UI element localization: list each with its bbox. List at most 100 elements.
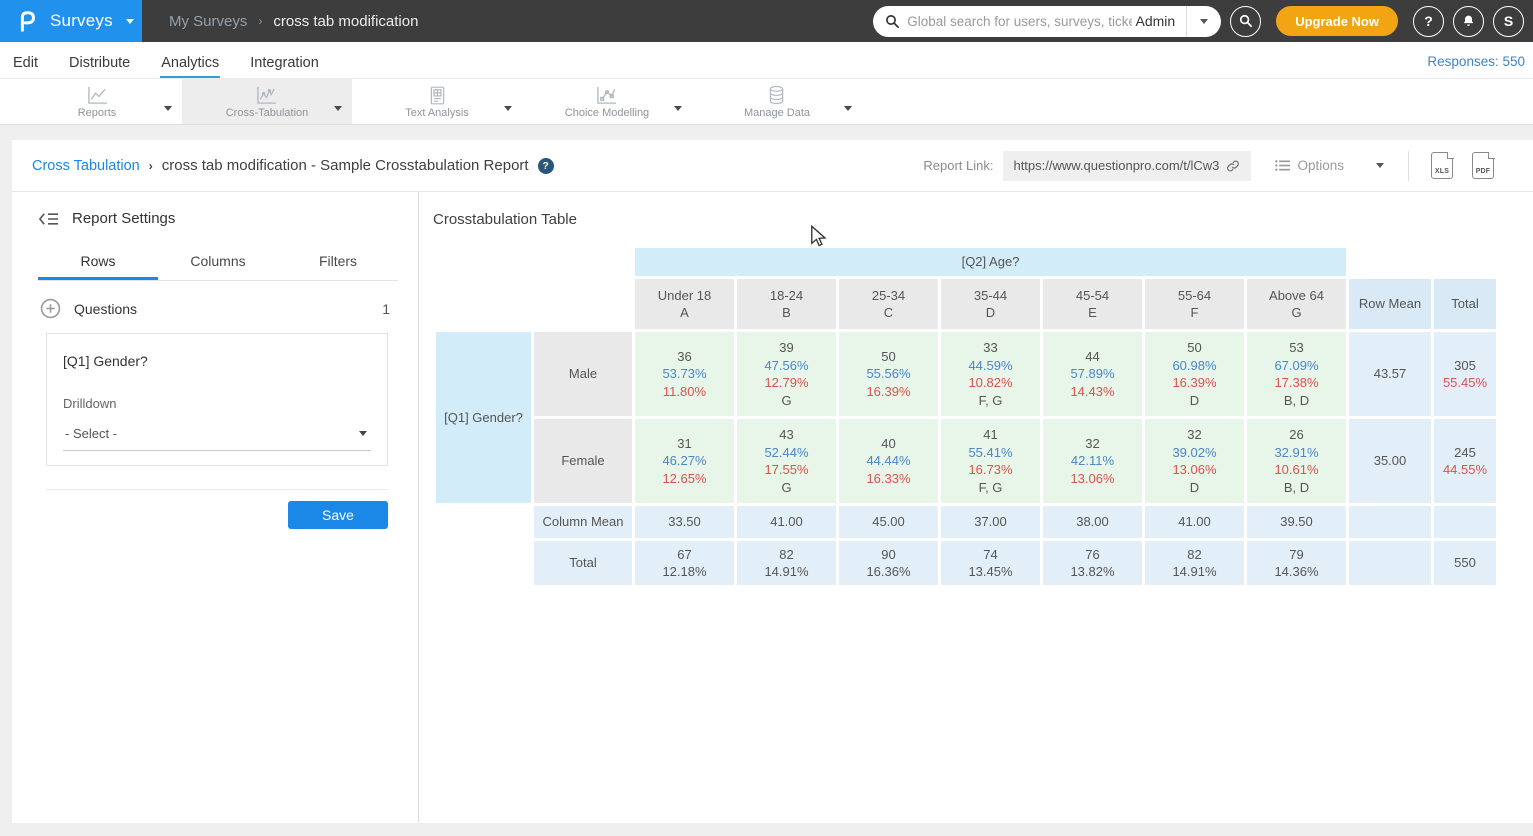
report-link-input[interactable]: https://www.questionpro.com/t/lCw3Zc [1003,151,1251,181]
drilldown-label: Drilldown [63,396,371,411]
questions-row: Questions 1 [38,298,398,319]
product-menu[interactable]: Surveys [0,0,142,42]
export-xls-button[interactable]: XLS [1431,152,1453,179]
toolbar-item-label: Manage Data [744,107,810,119]
data-cell: 4155.41%16.73%F, G [941,419,1040,503]
cross-tabulation-link[interactable]: Cross Tabulation [32,158,140,174]
column-mean-cell: 39.50 [1247,506,1346,538]
column-header-row: Under 18A18-24B25-34C35-44D45-54E55-64FA… [436,279,1496,329]
cell-count: 90 [839,546,938,564]
line-chart-icon [86,85,109,106]
nav-item-integration[interactable]: Integration [249,47,320,78]
avatar[interactable]: S [1493,6,1524,37]
cell-count: 39 [737,339,836,357]
toolbar-item-choice-modelling[interactable]: Choice Modelling [522,79,692,124]
report-help-icon[interactable]: ? [538,158,554,174]
cell-col-pct: 12.79% [737,374,836,392]
cell-col-pct: 16.33% [839,470,938,488]
save-row: Save [38,501,388,529]
chevron-down-icon[interactable] [164,98,172,116]
tab-filters[interactable]: Filters [278,243,398,280]
toolbar-item-cross-tabulation[interactable]: Cross-Tabulation [182,79,352,124]
search-submit-button[interactable] [1230,6,1261,37]
list-icon [1275,159,1290,172]
row-total-cell: 24544.55% [1434,419,1496,503]
band-row: [Q2] Age? [436,248,1496,276]
cell-row-pct: 67.09% [1247,357,1346,375]
options-dropdown[interactable]: Options [1275,158,1384,173]
empty-cell [1349,506,1431,538]
nav-item-analytics[interactable]: Analytics [160,47,220,78]
tab-columns[interactable]: Columns [158,243,278,280]
column-total-cell: 6712.18% [635,541,734,585]
cell-count: 50 [1145,339,1244,357]
add-question-button[interactable] [40,298,61,319]
data-cell: 5367.09%17.38%B, D [1247,332,1346,416]
save-button[interactable]: Save [288,501,388,529]
cell-col-pct: 10.82% [941,374,1040,392]
cell-count: 67 [635,546,734,564]
toolbar-item-reports[interactable]: Reports [12,79,182,124]
page: { "topbar": { "product_menu": "Surveys",… [0,0,1533,836]
blank-cell [1349,248,1431,276]
node-chart-icon [595,85,618,106]
drilldown-select[interactable]: - Select - [63,426,371,451]
nav-item-distribute[interactable]: Distribute [68,47,131,78]
search-input[interactable] [907,14,1131,29]
cell-count: 305 [1434,357,1496,375]
chevron-down-icon[interactable] [334,98,342,116]
upgrade-now-button[interactable]: Upgrade Now [1276,6,1398,36]
breadcrumb-separator: › [149,159,153,173]
nav-item-edit[interactable]: Edit [12,47,39,78]
cell-pct: 13.82% [1043,563,1142,581]
help-button[interactable]: ? [1413,6,1444,37]
toolbar-item-label: Cross-Tabulation [226,107,309,119]
report-settings-panel: Report Settings Rows Columns Filters Que… [12,192,419,822]
row-total-cell: 30555.45% [1434,332,1496,416]
data-cell: 2632.91%10.61%B, D [1247,419,1346,503]
cell-row-pct: 55.56% [839,365,938,383]
breadcrumb-current: cross tab modification [273,13,418,30]
tab-rows[interactable]: Rows [38,243,158,280]
cell-count: 50 [839,348,938,366]
cell-row-pct: 44.59% [941,357,1040,375]
cell-significance: G [737,479,836,497]
grand-total-cell: 550 [1434,541,1496,585]
report-link-url: https://www.questionpro.com/t/lCw3Zc [1013,158,1219,173]
toolbar-item-text-analysis[interactable]: Text Analysis [352,79,522,124]
chevron-down-icon[interactable] [674,98,682,116]
link-icon[interactable] [1225,158,1241,174]
column-total-cell: 7914.36% [1247,541,1346,585]
questions-label: Questions [74,301,137,317]
report-link-label: Report Link: [923,158,993,173]
age-letter: G [1247,304,1346,322]
data-cell: 4352.44%17.55%G [737,419,836,503]
cell-significance: B, D [1247,392,1346,410]
cell-row-pct: 47.56% [737,357,836,375]
column-mean-row: Column Mean33.5041.0045.0037.0038.0041.0… [436,506,1496,538]
line-chart-icon [255,85,278,106]
cell-count: 82 [737,546,836,564]
export-pdf-button[interactable]: PDF [1472,152,1494,179]
breadcrumb-parent[interactable]: My Surveys [169,13,247,30]
search-scope-dropdown[interactable] [1186,6,1221,37]
cell-row-pct: 46.27% [635,452,734,470]
survey-nav: Edit Distribute Analytics Integration Re… [0,42,1533,79]
collapse-panel-icon[interactable] [38,211,59,227]
age-label: 55-64 [1145,287,1244,305]
cell-pct: 14.36% [1247,563,1346,581]
age-column-header: 18-24B [737,279,836,329]
chevron-down-icon[interactable] [504,98,512,116]
pdf-icon: PDF [1473,168,1493,175]
data-cell: 4457.89%14.43% [1043,332,1142,416]
toolbar-item-manage-data[interactable]: Manage Data [692,79,862,124]
column-total-cell: 9016.36% [839,541,938,585]
report-header: Cross Tabulation › cross tab modificatio… [12,140,1533,192]
notifications-button[interactable] [1453,6,1484,37]
chevron-down-icon[interactable] [844,98,852,116]
topbar: Surveys My Surveys › cross tab modificat… [0,0,1533,42]
cell-count: 40 [839,435,938,453]
search-scope-label[interactable]: Admin [1132,13,1187,29]
chevron-down-icon [126,19,134,24]
cell-col-pct: 11.80% [635,383,734,401]
